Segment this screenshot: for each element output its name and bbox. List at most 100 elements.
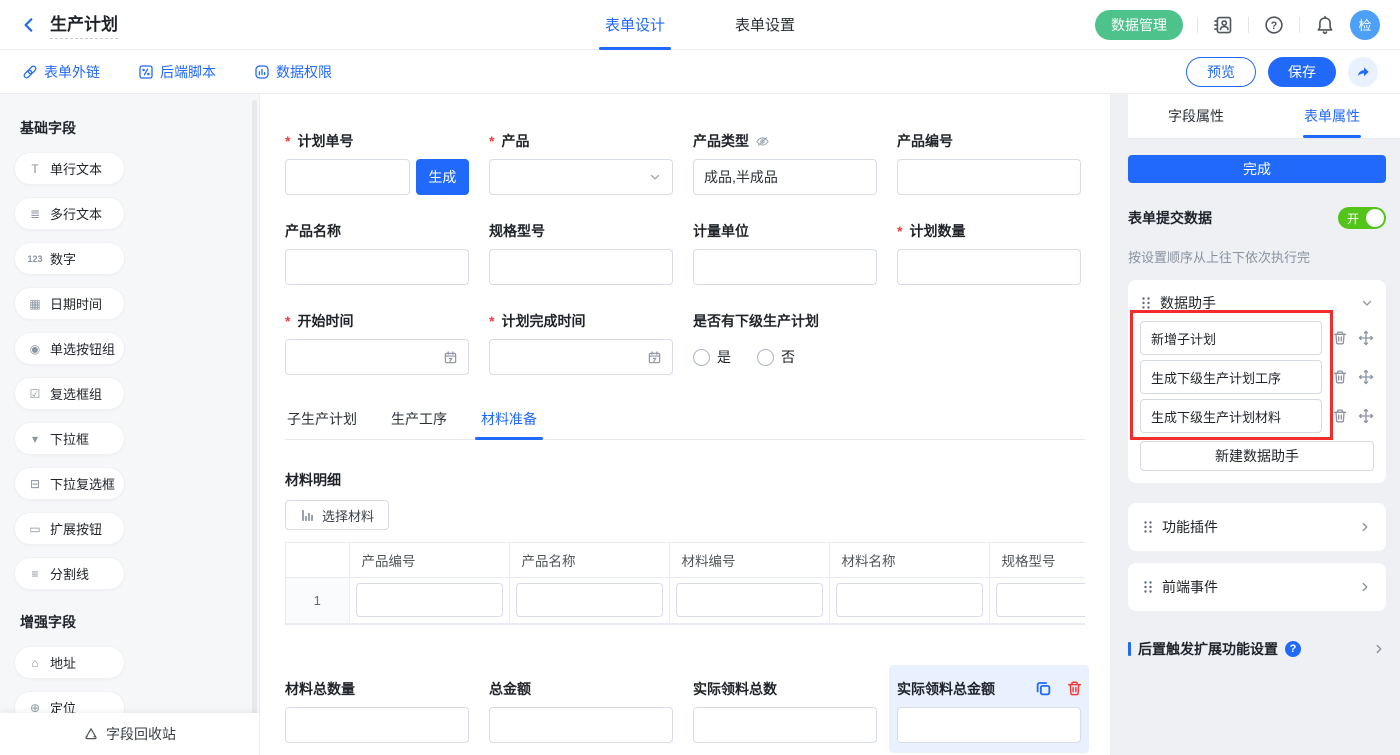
field-start-time[interactable]: *开始时间 bbox=[285, 311, 469, 375]
field-product-type[interactable]: 产品类型 成品,半成品 bbox=[693, 131, 877, 195]
cell-input[interactable] bbox=[516, 583, 663, 617]
page-title[interactable]: 生产计划 bbox=[50, 10, 118, 39]
help-icon[interactable]: ? bbox=[1263, 14, 1285, 36]
field-recycle-bin[interactable]: 字段回收站 bbox=[0, 713, 259, 755]
user-avatar[interactable]: 检 bbox=[1350, 10, 1380, 40]
field-pill-radio-group[interactable]: ◉单选按钮组 bbox=[14, 332, 125, 365]
tab-form-design[interactable]: 表单设计 bbox=[605, 0, 665, 50]
tab-production-process[interactable]: 生产工序 bbox=[389, 401, 449, 439]
field-label: 实际领料总数 bbox=[693, 679, 877, 699]
save-button[interactable]: 保存 bbox=[1268, 57, 1336, 87]
field-unit[interactable]: 计量单位 bbox=[693, 221, 877, 285]
field-pill-dropdown[interactable]: ▾下拉框 bbox=[14, 422, 125, 455]
tab-field-properties[interactable]: 字段属性 bbox=[1128, 94, 1264, 138]
data-permission-action[interactable]: 数据权限 bbox=[254, 62, 332, 82]
move-icon[interactable] bbox=[1358, 408, 1374, 424]
table-row: 1 bbox=[286, 577, 1085, 623]
move-icon[interactable] bbox=[1358, 369, 1374, 385]
radio-option-yes[interactable]: 是 bbox=[693, 347, 731, 367]
field-product[interactable]: *产品 bbox=[489, 131, 673, 195]
data-assistant-header[interactable]: 数据助手 bbox=[1140, 290, 1374, 316]
assistant-item-gen-material[interactable]: 生成下级生产计划材料 bbox=[1140, 399, 1322, 433]
plugins-card[interactable]: 功能插件 bbox=[1128, 503, 1386, 551]
field-product-name[interactable]: 产品名称 bbox=[285, 221, 469, 285]
radio-option-no[interactable]: 否 bbox=[757, 347, 795, 367]
header-tabs: 表单设计 表单设置 bbox=[605, 0, 795, 50]
help-filled-icon[interactable]: ? bbox=[1285, 641, 1301, 657]
material-total-qty-input[interactable] bbox=[285, 707, 469, 743]
drag-handle-icon[interactable] bbox=[1142, 520, 1154, 534]
plan-number-input[interactable] bbox=[285, 159, 410, 195]
done-button[interactable]: 完成 bbox=[1128, 155, 1386, 183]
spec-model-input[interactable] bbox=[489, 249, 673, 285]
field-pill-checkbox-group[interactable]: ☑复选框组 bbox=[14, 377, 125, 410]
delete-icon[interactable] bbox=[1332, 408, 1348, 424]
external-link-action[interactable]: 表单外链 bbox=[22, 62, 100, 82]
actual-pick-total-input[interactable] bbox=[693, 707, 877, 743]
total-amount-input[interactable] bbox=[489, 707, 673, 743]
drag-handle-icon[interactable] bbox=[1142, 580, 1154, 594]
generate-button[interactable]: 生成 bbox=[416, 159, 469, 195]
preview-button[interactable]: 预览 bbox=[1186, 57, 1256, 87]
tab-form-properties[interactable]: 表单属性 bbox=[1264, 94, 1400, 138]
product-select[interactable] bbox=[489, 159, 673, 195]
contacts-book-icon[interactable] bbox=[1212, 14, 1234, 36]
drag-handle-icon[interactable] bbox=[1140, 296, 1152, 310]
notification-bell-icon[interactable] bbox=[1314, 14, 1336, 36]
field-plan-number[interactable]: *计划单号 生成 bbox=[285, 131, 469, 195]
product-type-input[interactable]: 成品,半成品 bbox=[693, 159, 877, 195]
plan-quantity-input[interactable] bbox=[897, 249, 1081, 285]
field-material-total-qty[interactable]: 材料总数量 bbox=[285, 679, 469, 743]
copy-field-icon[interactable] bbox=[1035, 680, 1052, 697]
data-manage-button[interactable]: 数据管理 bbox=[1095, 10, 1183, 40]
post-trigger-settings[interactable]: 后置触发扩展功能设置 ? bbox=[1128, 639, 1386, 659]
field-pill-extend-button[interactable]: ▭扩展按钮 bbox=[14, 512, 125, 545]
delete-icon[interactable] bbox=[1332, 330, 1348, 346]
backend-script-action[interactable]: 后端脚本 bbox=[138, 62, 216, 82]
sidebar-scrollbar[interactable] bbox=[252, 100, 257, 740]
frontend-events-card[interactable]: 前端事件 bbox=[1128, 563, 1386, 611]
eye-off-icon bbox=[755, 134, 770, 149]
cell-input[interactable] bbox=[836, 583, 983, 617]
new-assistant-button[interactable]: 新建数据助手 bbox=[1140, 441, 1374, 471]
unit-input[interactable] bbox=[693, 249, 877, 285]
field-actual-pick-total[interactable]: 实际领料总数 bbox=[693, 679, 877, 743]
field-product-code[interactable]: 产品编号 bbox=[897, 131, 1081, 195]
field-actual-pick-amount-selected[interactable]: 实际领料总金额 bbox=[897, 679, 1081, 743]
move-icon[interactable] bbox=[1358, 330, 1374, 346]
cell-input[interactable] bbox=[356, 583, 503, 617]
share-button[interactable] bbox=[1348, 57, 1378, 87]
field-spec-model[interactable]: 规格型号 bbox=[489, 221, 673, 285]
field-finish-time[interactable]: *计划完成时间 bbox=[489, 311, 673, 375]
field-plan-quantity[interactable]: *计划数量 bbox=[897, 221, 1081, 285]
field-has-sub-plan[interactable]: 是否有下级生产计划 是 否 bbox=[693, 311, 933, 375]
actual-pick-amount-input[interactable] bbox=[897, 707, 1081, 743]
select-material-button[interactable]: 选择材料 bbox=[285, 500, 389, 530]
finish-time-input[interactable] bbox=[489, 339, 673, 375]
product-name-input[interactable] bbox=[285, 249, 469, 285]
assistant-item-gen-process[interactable]: 生成下级生产计划工序 bbox=[1140, 360, 1322, 394]
submit-data-toggle[interactable]: 开 bbox=[1338, 207, 1386, 229]
tab-material-preparation[interactable]: 材料准备 bbox=[479, 401, 539, 439]
field-pill-address[interactable]: ⌂地址 bbox=[14, 646, 125, 679]
tab-form-settings[interactable]: 表单设置 bbox=[735, 0, 795, 50]
pill-label: 下拉框 bbox=[50, 429, 89, 448]
delete-field-icon[interactable] bbox=[1066, 680, 1083, 697]
assistant-item-new-subplan[interactable]: 新增子计划 bbox=[1140, 321, 1322, 355]
field-pill-datetime[interactable]: ▦日期时间 bbox=[14, 287, 125, 320]
delete-icon[interactable] bbox=[1332, 369, 1348, 385]
field-total-amount[interactable]: 总金额 bbox=[489, 679, 673, 743]
cell-input[interactable] bbox=[996, 583, 1086, 617]
cell-input[interactable] bbox=[676, 583, 823, 617]
field-pill-divider[interactable]: ≡分割线 bbox=[14, 557, 125, 590]
field-pill-multi-text[interactable]: ≣多行文本 bbox=[14, 197, 125, 230]
chevron-down-icon[interactable] bbox=[1360, 296, 1374, 310]
product-code-input[interactable] bbox=[897, 159, 1081, 195]
tab-sub-production-plan[interactable]: 子生产计划 bbox=[285, 401, 359, 439]
back-icon[interactable] bbox=[20, 15, 40, 35]
field-pill-multi-dropdown[interactable]: ⊟下拉复选框 bbox=[14, 467, 125, 500]
field-pill-number[interactable]: 123数字 bbox=[14, 242, 125, 275]
start-time-input[interactable] bbox=[285, 339, 469, 375]
field-label: *计划单号 bbox=[285, 131, 469, 151]
field-pill-single-text[interactable]: T单行文本 bbox=[14, 152, 125, 185]
